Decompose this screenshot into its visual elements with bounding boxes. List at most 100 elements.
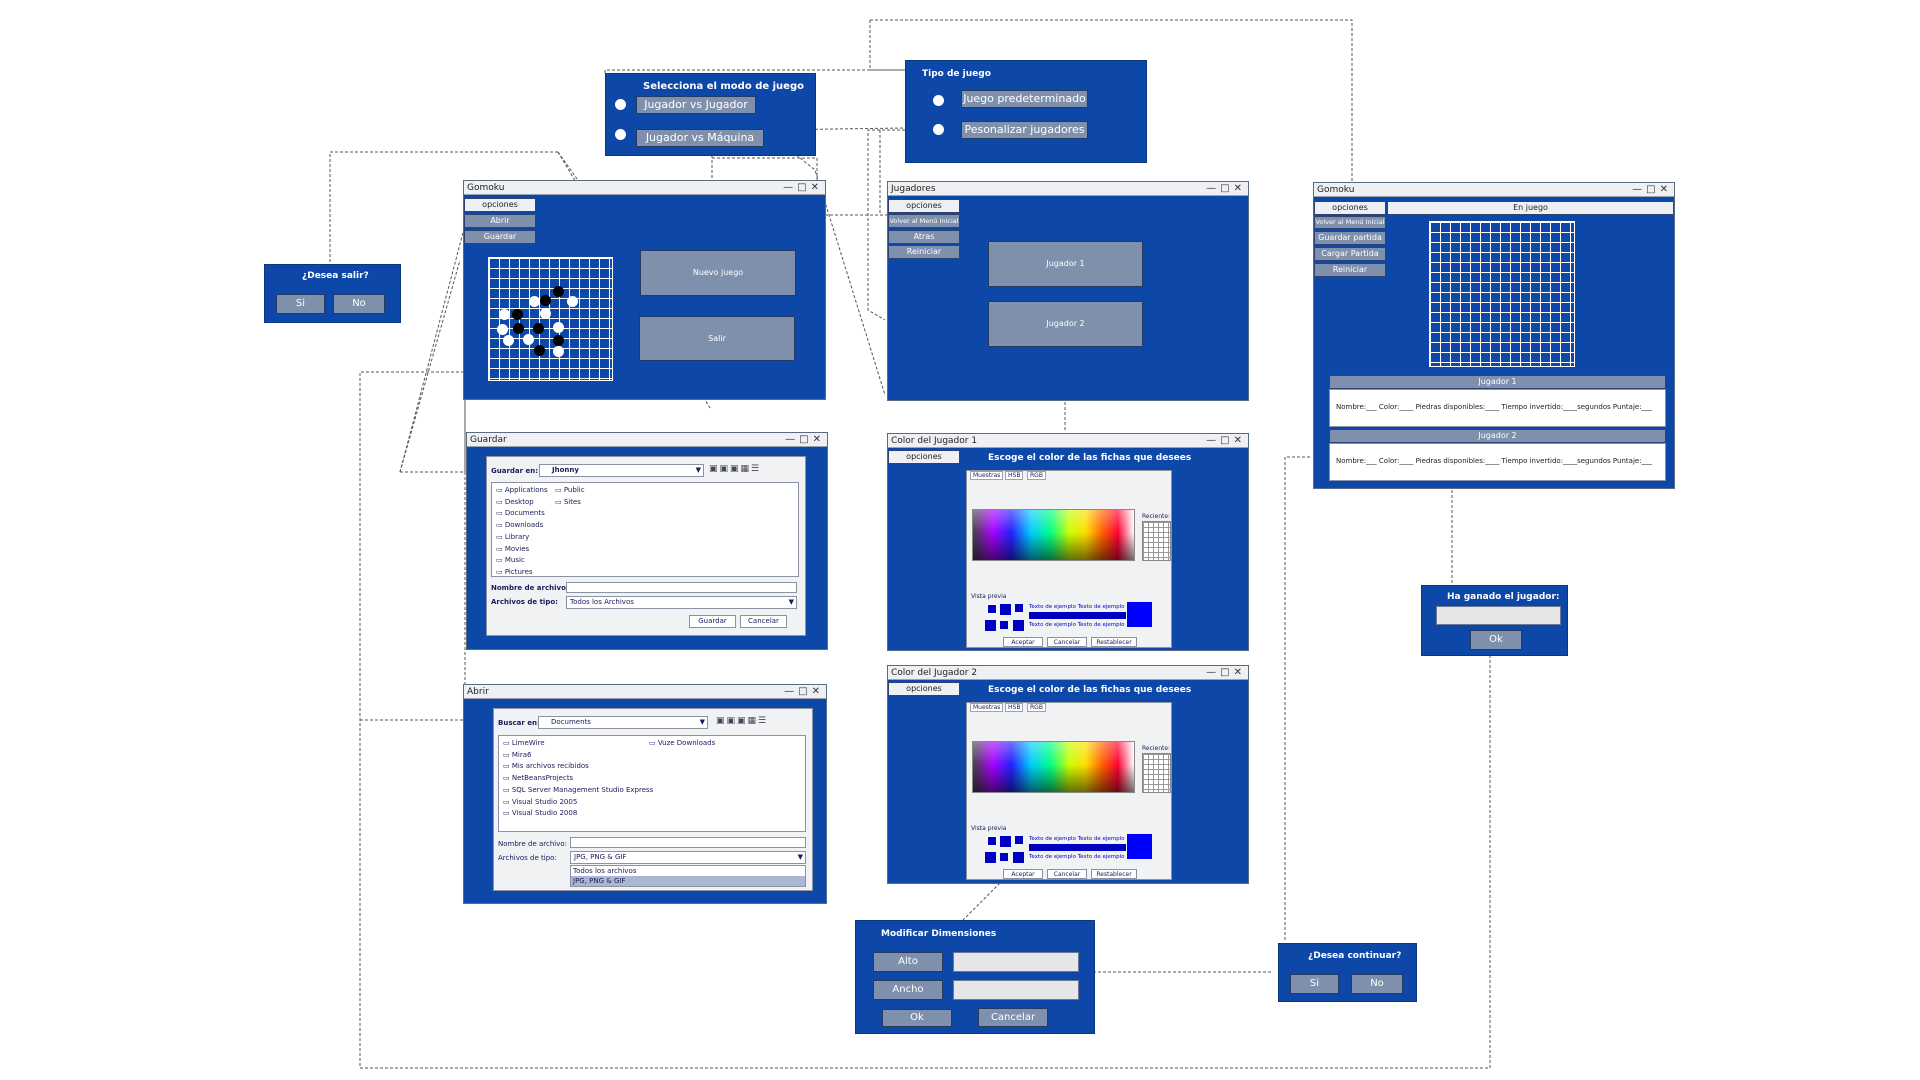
cancel-button[interactable]: Cancelar [1047,869,1087,879]
height-button[interactable]: Alto [873,952,943,972]
dropdown-option-selected[interactable]: JPG, PNG & GIF [571,876,805,886]
toolbar-icons[interactable]: ▣▣▣▦☰ [716,716,768,726]
menu-restart[interactable]: Reiniciar [1314,263,1386,277]
radio-pvp[interactable] [615,99,626,110]
dropdown-option[interactable]: Todos los archivos [571,866,805,876]
gomoku-main-window: Gomoku —□✕ opciones Abrir Guardar Nuevo … [463,180,826,400]
color2-titlebar: Color del Jugador 2 —□✕ [888,666,1248,680]
game-board[interactable] [1429,221,1575,367]
window-controls[interactable]: —□✕ [785,433,825,447]
window-controls[interactable]: —□✕ [1206,434,1246,448]
file-column-2: ▭ Vuze Downloads [649,738,715,750]
file-item[interactable]: ▭ Visual Studio 2008 [503,808,653,820]
file-list[interactable]: ▭ LimeWire ▭ Mira6 ▭ Mis archivos recibido… [498,735,806,832]
color-swatch-grid[interactable] [972,741,1135,793]
file-item[interactable]: ▭ SQL Server Management Studio Express [503,785,653,797]
exit-button[interactable]: Salir [639,316,795,361]
filetype-dropdown[interactable]: Todos los archivos JPG, PNG & GIF [570,865,806,887]
tab-hsb[interactable]: HSB [1005,703,1024,712]
file-item[interactable]: ▭ Music [496,555,548,567]
pvp-button[interactable]: Jugador vs Jugador [636,96,756,114]
file-item[interactable]: ▭ Desktop [496,497,548,509]
menu-opciones[interactable]: opciones [464,198,536,212]
file-item[interactable]: ▭ Documents [496,508,548,520]
accept-button[interactable]: Aceptar [1003,637,1043,647]
player2-button[interactable]: Jugador 2 [988,301,1143,347]
game-mode-title: Selecciona el modo de juego [643,81,804,92]
tab-rgb[interactable]: RGB [1027,703,1046,712]
toolbar-icons[interactable]: ▣▣▣▦☰ [709,464,761,474]
file-item[interactable]: ▭ Vuze Downloads [649,738,715,750]
menu-abrir[interactable]: Abrir [464,214,536,228]
radio-pvm[interactable] [615,129,626,140]
file-item[interactable]: ▭ Pictures [496,567,548,579]
accept-button[interactable]: Aceptar [1003,869,1043,879]
file-list[interactable]: ▭ Applications ▭ Desktop ▭ Documents ▭ Down… [491,482,799,577]
window-controls[interactable]: —□✕ [1206,182,1246,196]
filetype-select[interactable]: Todos los Archivos ▼ [566,596,797,609]
save-in-select[interactable]: Jhonny ▼ [539,464,704,477]
menu-back-to-start[interactable]: Volver al Menú Inicial [888,214,960,228]
window-controls[interactable]: —□✕ [784,685,824,699]
connector [360,370,466,721]
menu-restart[interactable]: Reiniciar [888,245,960,259]
file-item[interactable]: ▭ Public [555,485,585,497]
radio-default-game[interactable] [933,95,944,106]
menu-save-game[interactable]: Guardar partida [1314,231,1386,245]
tab-rgb[interactable]: RGB [1027,471,1046,480]
window-controls[interactable]: —□✕ [1206,666,1246,680]
window-controls[interactable]: —□✕ [1632,183,1672,197]
new-game-button[interactable]: Nuevo juego [640,250,796,296]
file-item[interactable]: ▭ Downloads [496,520,548,532]
tab-hsb[interactable]: HSB [1005,471,1024,480]
player1-button[interactable]: Jugador 1 [988,241,1143,287]
file-item[interactable]: ▭ Applications [496,485,548,497]
recent-swatches[interactable] [1142,521,1171,561]
cancel-button[interactable]: Cancelar [740,615,787,628]
file-item[interactable]: ▭ LimeWire [503,738,653,750]
filename-input[interactable] [566,582,797,593]
menu-back-to-start[interactable]: Volver al Menú Inicial [1314,216,1386,229]
exit-no-button[interactable]: No [333,294,385,314]
cancel-button[interactable]: Cancelar [1047,637,1087,647]
menu-opciones[interactable]: opciones [888,199,960,213]
save-button[interactable]: Guardar [689,615,736,628]
width-button[interactable]: Ancho [873,980,943,1000]
color-swatch-grid[interactable] [972,509,1135,561]
file-item[interactable]: ▭ Movies [496,544,548,556]
menu-guardar[interactable]: Guardar [464,230,536,244]
connector [962,882,1001,921]
continue-no-button[interactable]: No [1351,974,1403,994]
menu-opciones[interactable]: opciones [888,682,960,696]
file-item[interactable]: ▭ Mira6 [503,750,653,762]
recent-swatches[interactable] [1142,753,1171,793]
reset-button[interactable]: Restablecer [1091,869,1137,879]
cancel-button[interactable]: Cancelar [978,1008,1048,1027]
filetype-select[interactable]: JPG, PNG & GIF ▼ [570,851,806,864]
file-item[interactable]: ▭ NetBeansProjects [503,773,653,785]
file-item[interactable]: ▭ Mis archivos recibidos [503,761,653,773]
tab-swatches[interactable]: Muestras [970,471,1004,480]
menu-opciones[interactable]: opciones [888,450,960,464]
pvm-button[interactable]: Jugador vs Máquina [636,129,764,147]
look-in-select[interactable]: Documents ▼ [538,716,708,729]
menu-opciones[interactable]: opciones [1314,201,1386,215]
ok-button[interactable]: Ok [1470,630,1522,650]
file-item[interactable]: ▭ Visual Studio 2005 [503,797,653,809]
default-game-button[interactable]: Juego predeterminado [961,90,1088,108]
menu-load-game[interactable]: Cargar Partida [1314,247,1386,261]
exit-yes-button[interactable]: Si [276,294,325,314]
continue-yes-button[interactable]: Si [1290,974,1339,994]
tab-swatches[interactable]: Muestras [970,703,1004,712]
menu-back[interactable]: Atras [888,230,960,244]
filename-input[interactable] [570,837,806,848]
width-input[interactable] [953,980,1079,1000]
file-item[interactable]: ▭ Library [496,532,548,544]
ok-button[interactable]: Ok [882,1009,952,1027]
window-controls[interactable]: —□✕ [783,181,823,195]
custom-players-button[interactable]: Pesonalizar jugadores [961,121,1088,139]
reset-button[interactable]: Restablecer [1091,637,1137,647]
file-item[interactable]: ▭ Sites [555,497,585,509]
height-input[interactable] [953,952,1079,972]
radio-custom-players[interactable] [933,124,944,135]
